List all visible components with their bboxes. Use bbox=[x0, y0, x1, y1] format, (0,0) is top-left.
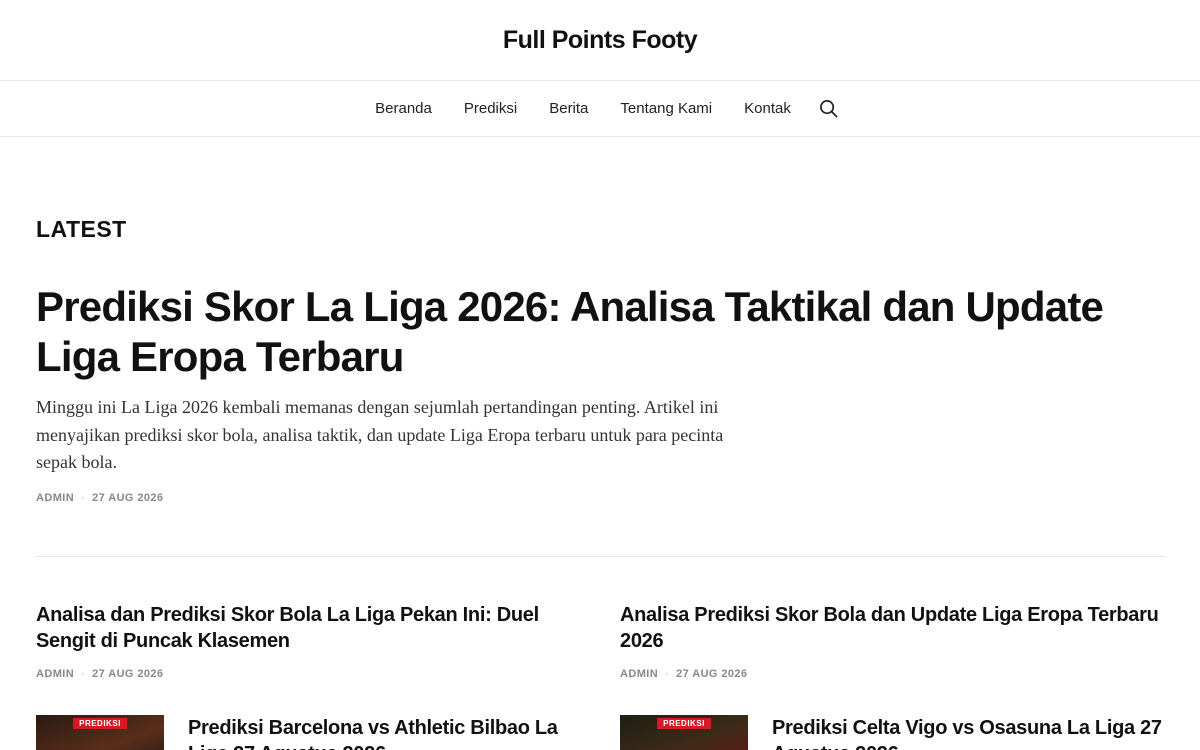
post-date: 27 AUG 2026 bbox=[92, 668, 164, 680]
featured-article-meta: ADMIN · 27 AUG 2026 bbox=[36, 492, 163, 504]
article-thumbnail[interactable]: PREDIKSI bbox=[36, 715, 164, 750]
meta-separator: · bbox=[81, 668, 86, 680]
article-thumbnail[interactable]: PREDIKSI bbox=[620, 715, 748, 750]
mini-article-title[interactable]: Prediksi Celta Vigo vs Osasuna La Liga 2… bbox=[772, 715, 1165, 750]
category-badge: PREDIKSI bbox=[73, 718, 127, 729]
nav-list: Beranda Prediksi Berita Tentang Kami Kon… bbox=[359, 97, 841, 121]
section-divider bbox=[36, 556, 1165, 557]
featured-article-title[interactable]: Prediksi Skor La Liga 2026: Analisa Takt… bbox=[36, 282, 1146, 382]
meta-separator: · bbox=[665, 668, 670, 680]
article-card-title[interactable]: Analisa dan Prediksi Skor Bola La Liga P… bbox=[36, 602, 581, 654]
search-icon bbox=[820, 100, 838, 118]
author-link[interactable]: ADMIN bbox=[36, 492, 74, 504]
nav-item-kontak[interactable]: Kontak bbox=[728, 100, 807, 117]
post-date: 27 AUG 2026 bbox=[92, 492, 164, 504]
mini-article-title[interactable]: Prediksi Barcelona vs Athletic Bilbao La… bbox=[188, 715, 581, 750]
search-button[interactable] bbox=[817, 97, 841, 121]
section-heading: LATEST bbox=[36, 216, 127, 242]
post-date: 27 AUG 2026 bbox=[676, 668, 748, 680]
author-link[interactable]: ADMIN bbox=[36, 668, 74, 680]
mini-article: PREDIKSI Prediksi Barcelona vs Athletic … bbox=[36, 715, 581, 750]
author-link[interactable]: ADMIN bbox=[620, 668, 658, 680]
site-title[interactable]: Full Points Footy bbox=[503, 26, 698, 55]
nav-item-beranda[interactable]: Beranda bbox=[359, 100, 448, 117]
main-nav: Beranda Prediksi Berita Tentang Kami Kon… bbox=[0, 81, 1200, 137]
nav-item-tentang-kami[interactable]: Tentang Kami bbox=[604, 100, 728, 117]
nav-item-berita[interactable]: Berita bbox=[533, 100, 604, 117]
article-card: Analisa dan Prediksi Skor Bola La Liga P… bbox=[36, 602, 581, 680]
article-card: Analisa Prediksi Skor Bola dan Update Li… bbox=[620, 602, 1165, 680]
featured-article-excerpt: Minggu ini La Liga 2026 kembali memanas … bbox=[36, 397, 724, 472]
meta-separator: · bbox=[81, 492, 86, 504]
article-card-meta: ADMIN · 27 AUG 2026 bbox=[620, 668, 1165, 680]
nav-item-prediksi[interactable]: Prediksi bbox=[448, 100, 533, 117]
site-header: Full Points Footy bbox=[0, 0, 1200, 81]
mini-article: PREDIKSI Prediksi Celta Vigo vs Osasuna … bbox=[620, 715, 1165, 750]
category-badge: PREDIKSI bbox=[657, 718, 711, 729]
article-card-meta: ADMIN · 27 AUG 2026 bbox=[36, 668, 581, 680]
article-card-title[interactable]: Analisa Prediksi Skor Bola dan Update Li… bbox=[620, 602, 1165, 654]
